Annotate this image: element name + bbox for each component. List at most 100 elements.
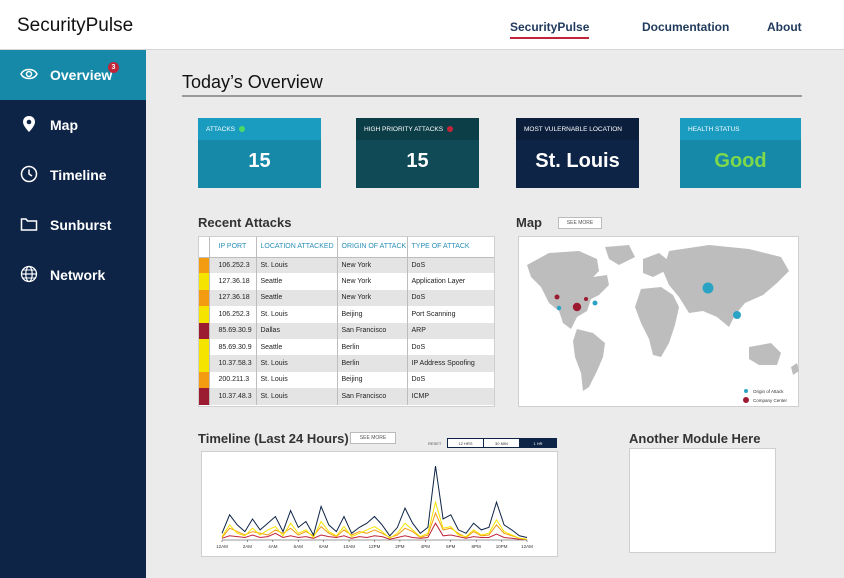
origin-cell: New York (337, 289, 408, 307)
column-header[interactable]: IP PORT (209, 237, 257, 258)
x-tick-label: 4PM (421, 544, 431, 549)
severity-indicator (199, 306, 210, 323)
location-cell: Seattle (256, 289, 338, 307)
x-tick-label: 10AM (343, 544, 355, 549)
sidebar-item-network[interactable]: Network (0, 250, 146, 300)
clock-icon (20, 165, 38, 183)
company-center-marker[interactable] (554, 294, 560, 300)
severity-indicator (199, 273, 210, 290)
origin-cell: San Francisco (337, 322, 408, 339)
sidebar-item-map[interactable]: Map (0, 100, 146, 150)
table-header-row: IP PORT LOCATION ATTACKED ORIGIN OF ATTA… (199, 237, 494, 258)
map-title: Map (516, 215, 542, 230)
range-30min-button[interactable]: 30 MIN (483, 438, 520, 448)
company-center-marker[interactable] (572, 302, 582, 312)
card-value: 15 (406, 150, 429, 172)
sidebar-item-label: Network (50, 267, 106, 283)
location-cell: Seattle (256, 338, 338, 356)
card-header: HEALTH STATUS (680, 118, 801, 140)
attack-map[interactable]: Origin of Attack Company Center (518, 236, 799, 407)
series-line[interactable] (221, 522, 527, 540)
column-header[interactable]: TYPE OF ATTACK (407, 237, 494, 258)
top-bar: SecurityPulse SecurityPulse Documentatio… (0, 0, 844, 50)
origin-cell: Berlin (337, 338, 408, 356)
folder-icon (20, 218, 38, 231)
timeline-see-more-button[interactable]: SEE MORE (350, 432, 396, 444)
sidebar-item-overview[interactable]: Overview 3 (0, 50, 146, 100)
sidebar: Overview 3 Map Timeline Sunburst Network (0, 50, 146, 578)
attacks-table: IP PORT LOCATION ATTACKED ORIGIN OF ATTA… (199, 237, 494, 405)
range-12hrs-button[interactable]: 12 HRS (447, 438, 484, 448)
sidebar-item-sunburst[interactable]: Sunburst (0, 200, 146, 250)
severity-indicator (199, 257, 210, 274)
severity-indicator (199, 371, 210, 389)
ip-cell: 85.69.30.9 (209, 338, 257, 356)
card-header: MOST VULERNABLE LOCATION (516, 118, 639, 140)
severity-indicator (199, 322, 210, 339)
status-dot-icon (447, 126, 454, 133)
ip-cell: 10.37.48.3 (209, 388, 257, 405)
type-cell: DoS (411, 376, 426, 384)
company-center-marker[interactable] (584, 297, 588, 301)
table-row[interactable]: 10.37.58.3 St. Louis Berlin IP Address Spoo… (199, 355, 494, 372)
table-row[interactable]: 127.36.18 Seattle New York DoS (199, 289, 494, 307)
ip-cell: 200.211.3 (209, 371, 257, 389)
notification-badge: 3 (108, 62, 119, 73)
x-tick-label: 10PM (496, 544, 508, 549)
sidebar-item-label: Sunburst (50, 217, 112, 233)
ip-cell: 85.69.30.9 (209, 322, 257, 339)
reset-button[interactable]: RESET (428, 441, 441, 446)
ip-cell: 106.252.3 (209, 257, 257, 274)
location-cell: Seattle (256, 273, 338, 290)
legend-company-label: Company Center (753, 398, 788, 403)
card-value: St. Louis (535, 150, 620, 172)
range-1hr-button[interactable]: 1 HR (519, 438, 557, 448)
ip-cell: 127.36.18 (209, 289, 257, 307)
origin-cell: Berlin (337, 355, 408, 372)
location-cell: Dallas (256, 322, 338, 339)
ip-cell: 106.252.3 (209, 306, 257, 323)
card-value: 15 (248, 150, 271, 172)
origin-marker[interactable] (592, 300, 598, 306)
x-tick-label: 2AM (243, 544, 253, 549)
origin-cell: Beijing (337, 306, 408, 323)
x-tick-label: 4AM (268, 544, 278, 549)
table-row[interactable]: 127.36.18 Seattle New York Application Laye… (199, 273, 494, 290)
nav-documentation[interactable]: Documentation (642, 20, 729, 34)
location-cell: St. Louis (256, 388, 338, 405)
type-cell: DoS (407, 257, 494, 274)
page-title: Today’s Overview (182, 72, 323, 92)
timeline-chart[interactable]: 12AM 2AM 4AM 6AM 8AM 10AM 12PM 2PM 4PM 6PM 8PM 10PM… (201, 451, 558, 557)
origin-marker[interactable] (702, 282, 714, 294)
card-header: HIGH PRIORITY ATTACKS (356, 118, 479, 140)
column-header[interactable]: LOCATION ATTACKED (256, 237, 338, 258)
table-row[interactable]: 85.69.30.9 Seattle Berlin DoS (199, 338, 494, 356)
table-row[interactable]: 200.211.3 St. Louis Beijing DoS (199, 371, 494, 389)
location-cell: St. Louis (256, 257, 338, 274)
continents (527, 245, 799, 391)
table-row[interactable]: 85.69.30.9 Dallas San Francisco ARP (199, 322, 494, 339)
table-row[interactable]: 10.37.48.3 St. Louis San Francisco ICMP (199, 388, 494, 405)
x-tick-label: 12PM (369, 544, 381, 549)
nav-about[interactable]: About (767, 20, 802, 34)
card-health-status[interactable]: HEALTH STATUS Good (680, 118, 801, 188)
x-tick-label: 8PM (472, 544, 482, 549)
table-row[interactable]: 106.252.3 St. Louis Beijing Port Scanning (199, 306, 494, 323)
card-high-priority-attacks[interactable]: HIGH PRIORITY ATTACKS 15 (356, 118, 479, 188)
origin-marker[interactable] (733, 311, 741, 319)
column-header[interactable]: ORIGIN OF ATTACK (337, 237, 408, 258)
sidebar-item-timeline[interactable]: Timeline (0, 150, 146, 200)
location-cell: St. Louis (256, 355, 338, 372)
nav-securitypulse[interactable]: SecurityPulse (510, 20, 590, 39)
location-cell: St. Louis (256, 371, 338, 389)
type-cell: ARP (407, 322, 494, 339)
map-see-more-button[interactable]: SEE MORE (558, 217, 602, 229)
origin-marker[interactable] (556, 305, 562, 311)
recent-attacks-title: Recent Attacks (198, 215, 292, 230)
series-line[interactable] (221, 500, 528, 540)
severity-indicator (199, 388, 210, 405)
brand-logo[interactable]: SecurityPulse (17, 15, 133, 37)
card-most-vulnerable-location[interactable]: MOST VULERNABLE LOCATION St. Louis (516, 118, 639, 188)
table-row[interactable]: 106.252.3 St. Louis New York DoS (199, 257, 494, 274)
card-attacks[interactable]: ATTACKS 15 (198, 118, 321, 188)
